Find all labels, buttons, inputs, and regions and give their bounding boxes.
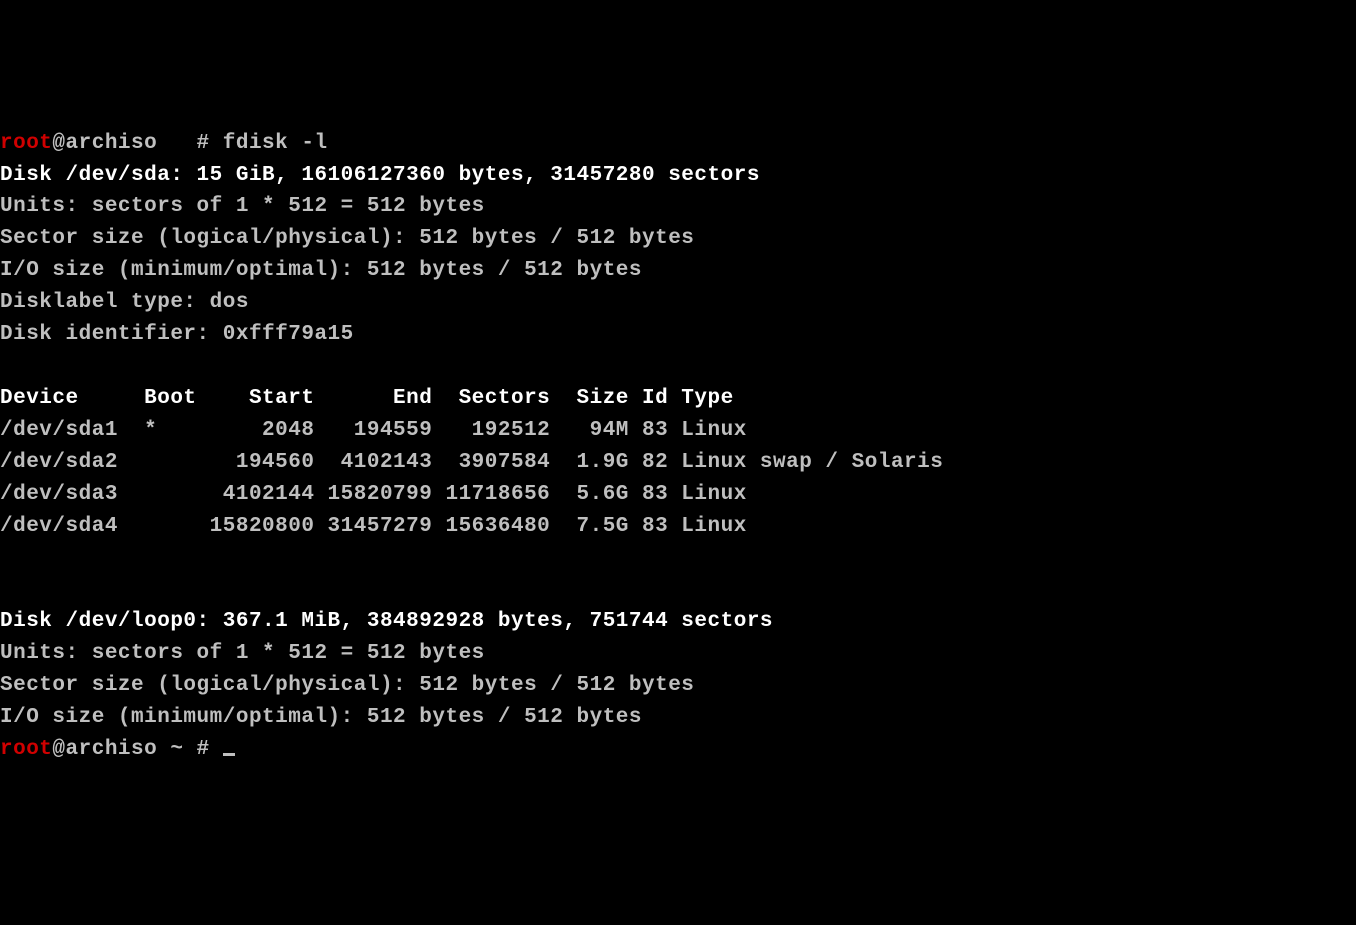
prompt-line-1: root@archiso # fdisk -l xyxy=(0,128,1356,160)
table-row: /dev/sda4 15820800 31457279 15636480 7.5… xyxy=(0,511,1356,543)
table-row: /dev/sda1 * 2048 194559 192512 94M 83 Li… xyxy=(0,415,1356,447)
prompt-host: @archiso # xyxy=(52,132,222,155)
table-row: /dev/sda3 4102144 15820799 11718656 5.6G… xyxy=(0,479,1356,511)
disk2-io-size: I/O size (minimum/optimal): 512 bytes / … xyxy=(0,702,1356,734)
disk2-header: Disk /dev/loop0: 367.1 MiB, 384892928 by… xyxy=(0,606,1356,638)
disk1-header: Disk /dev/sda: 15 GiB, 16106127360 bytes… xyxy=(0,160,1356,192)
blank-line xyxy=(0,542,1356,574)
disk2-sector-size: Sector size (logical/physical): 512 byte… xyxy=(0,670,1356,702)
entered-command: fdisk -l xyxy=(223,132,328,155)
disk1-identifier: Disk identifier: 0xfff79a15 xyxy=(0,319,1356,351)
disk1-sector-size: Sector size (logical/physical): 512 byte… xyxy=(0,223,1356,255)
table-row: /dev/sda2 194560 4102143 3907584 1.9G 82… xyxy=(0,447,1356,479)
blank-line xyxy=(0,351,1356,383)
prompt-host: @archiso ~ # xyxy=(52,738,222,761)
prompt-line-2[interactable]: root@archiso ~ # xyxy=(0,734,1356,766)
disk1-units: Units: sectors of 1 * 512 = 512 bytes xyxy=(0,191,1356,223)
disk1-io-size: I/O size (minimum/optimal): 512 bytes / … xyxy=(0,255,1356,287)
blank-line xyxy=(0,574,1356,606)
prompt-user: root xyxy=(0,738,52,761)
disk1-label-type: Disklabel type: dos xyxy=(0,287,1356,319)
partition-table-header: Device Boot Start End Sectors Size Id Ty… xyxy=(0,383,1356,415)
prompt-user: root xyxy=(0,132,52,155)
disk2-units: Units: sectors of 1 * 512 = 512 bytes xyxy=(0,638,1356,670)
cursor-icon xyxy=(223,753,235,756)
